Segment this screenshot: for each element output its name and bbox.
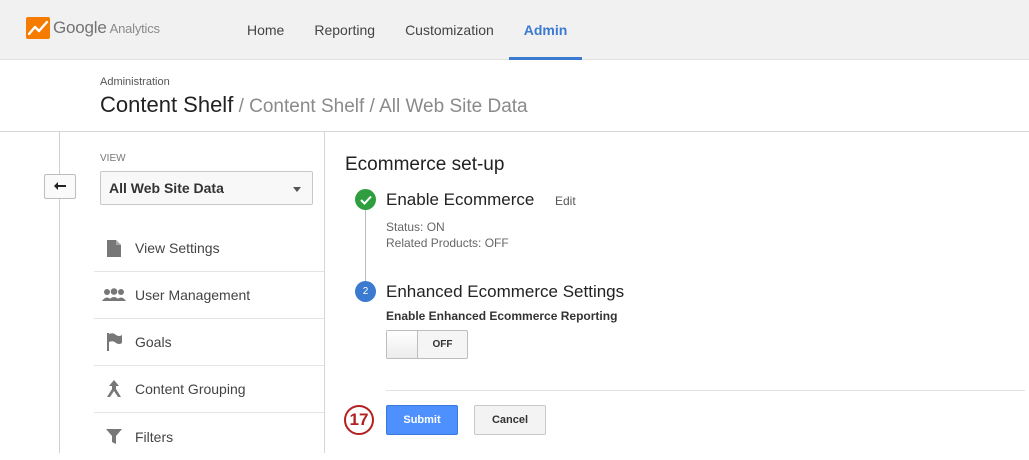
related-products-status: Related Products: OFF (386, 236, 509, 250)
document-icon (102, 238, 126, 258)
menu-item-label: View Settings (135, 240, 220, 256)
menu-item-label: Filters (135, 428, 174, 445)
edit-link[interactable]: Edit (555, 194, 576, 208)
view-settings-menu: View Settings User Management Goals Cont… (94, 225, 324, 460)
checkmark-icon (355, 189, 376, 210)
page-header: Administration Content Shelf / Content S… (0, 60, 1029, 132)
enhanced-ecommerce-toggle[interactable]: OFF (386, 330, 468, 359)
analytics-logo-icon (26, 17, 50, 39)
google-analytics-logo[interactable]: Google Analytics (26, 16, 160, 40)
toggle-knob (387, 331, 418, 358)
property-view-path: / Content Shelf / All Web Site Data (233, 96, 528, 117)
section-title: Ecommerce set-up (345, 154, 505, 175)
step-connector-line (365, 210, 366, 282)
step2-title: Enhanced Ecommerce Settings (386, 282, 625, 301)
nav-customization[interactable]: Customization (390, 0, 509, 60)
breadcrumb[interactable]: Administration (100, 76, 170, 88)
menu-item-label: User Management (135, 287, 251, 303)
users-icon (102, 285, 126, 305)
logo-text: Google Analytics (53, 18, 160, 37)
cancel-button[interactable]: Cancel (474, 405, 546, 435)
ecommerce-status: Status: ON (386, 220, 445, 234)
grouping-icon (102, 379, 126, 399)
chevron-down-icon (293, 187, 301, 192)
submit-button[interactable]: Submit (386, 405, 458, 435)
step2-number-badge: 2 (355, 281, 376, 302)
step1-title: Enable Ecommerce (386, 190, 535, 209)
panel-divider (324, 132, 325, 453)
filter-icon (102, 427, 126, 447)
back-arrow-icon (54, 181, 66, 190)
nav-reporting[interactable]: Reporting (299, 0, 390, 60)
top-navigation-bar: Google Analytics Home Reporting Customiza… (0, 0, 1029, 60)
enhanced-ecommerce-label: Enable Enhanced Ecommerce Reporting (386, 309, 618, 323)
view-label: VIEW (100, 153, 126, 164)
view-selected-value: All Web Site Data (109, 180, 224, 196)
menu-item-content-grouping[interactable]: Content Grouping (94, 366, 324, 413)
menu-item-view-settings[interactable]: View Settings (94, 225, 324, 272)
menu-item-user-management[interactable]: User Management (94, 272, 324, 319)
annotation-badge: 17 (344, 405, 374, 435)
view-selector[interactable]: All Web Site Data (100, 171, 313, 205)
form-divider (386, 390, 1025, 391)
main-nav: Home Reporting Customization Admin (232, 0, 583, 60)
page-title: Content Shelf / Content Shelf / All Web … (100, 92, 528, 118)
nav-admin[interactable]: Admin (508, 0, 583, 60)
menu-item-label: Goals (135, 334, 172, 350)
flag-icon (102, 332, 126, 352)
nav-home[interactable]: Home (232, 0, 299, 60)
back-button[interactable] (44, 174, 76, 199)
menu-item-goals[interactable]: Goals (94, 319, 324, 366)
menu-item-label: Content Grouping (135, 381, 246, 397)
toggle-state: OFF (432, 339, 453, 350)
account-title: Content Shelf (100, 92, 234, 117)
